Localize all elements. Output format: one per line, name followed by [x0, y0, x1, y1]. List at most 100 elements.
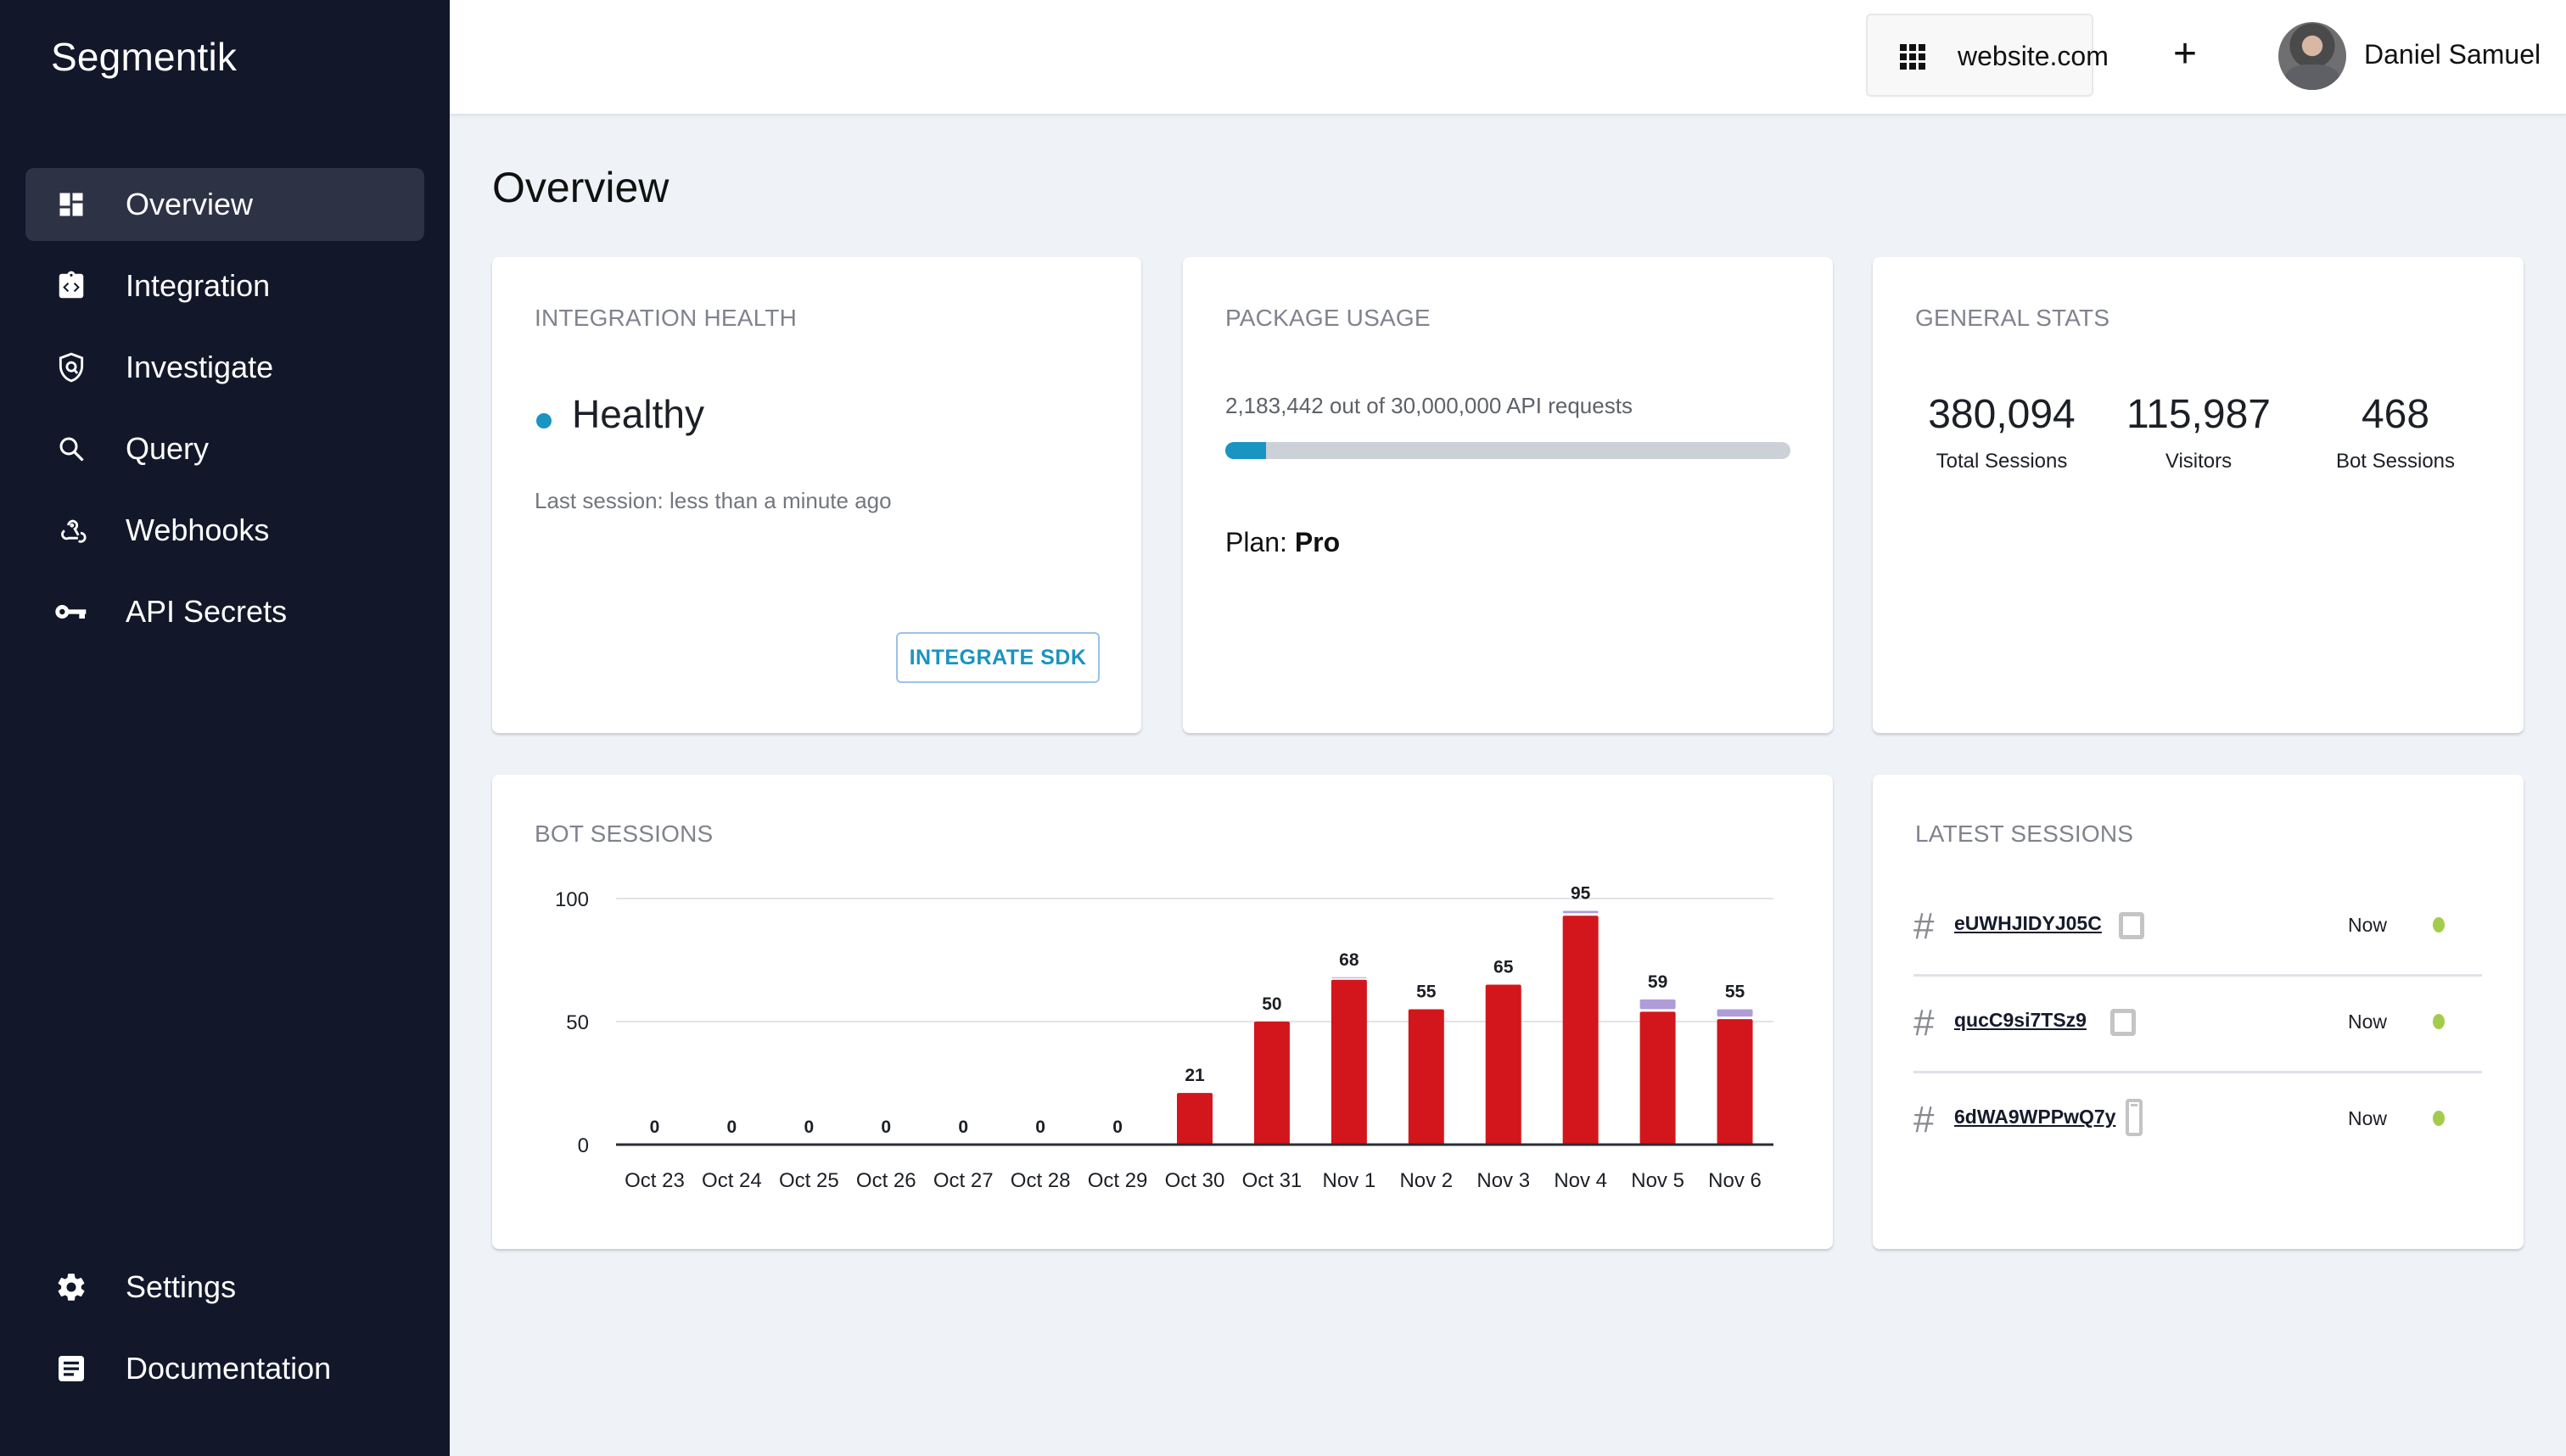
status-dot — [536, 413, 552, 428]
sidebar-item-query[interactable]: Query — [25, 412, 424, 485]
bar-segment-secondary — [1562, 910, 1599, 914]
session-row: # qucC9si7TSz9 Now — [1913, 977, 2482, 1073]
top-header: website.com + Daniel Samuel — [450, 0, 2566, 115]
bar-value-label: 95 — [1571, 884, 1591, 904]
app-logo[interactable]: Segmentik — [51, 34, 237, 80]
bar-segment-primary — [1331, 979, 1367, 1145]
gear-icon — [54, 1270, 88, 1304]
avatar[interactable] — [2278, 22, 2346, 90]
latest-sessions-card: LATEST SESSIONS # eUWHJIDYJ05C Now # quc… — [1873, 775, 2524, 1249]
document-icon — [54, 1352, 88, 1386]
usage-count: 2,183,442 — [1225, 393, 1324, 418]
bar-value-label: 0 — [727, 1117, 737, 1137]
card-title: PACKAGE USAGE — [1225, 305, 1431, 331]
x-tick-label: Oct 28 — [1011, 1169, 1071, 1192]
usage-text: 2,183,442 out of 30,000,000 API requests — [1225, 393, 1633, 419]
key-icon — [54, 595, 88, 629]
search-icon — [54, 432, 88, 466]
bar-segment-secondary — [1331, 977, 1367, 978]
bar-segment-primary — [1485, 984, 1521, 1145]
sidebar-item-api-secrets[interactable]: API Secrets — [25, 575, 424, 648]
x-tick-label: Oct 25 — [779, 1169, 839, 1192]
general-stats-card: GENERAL STATS 380,094 Total Sessions 115… — [1873, 257, 2524, 733]
sidebar-item-label: Integration — [126, 268, 271, 303]
bar-value-label: 59 — [1648, 972, 1667, 992]
sidebar-item-label: Webhooks — [126, 512, 270, 547]
status-dot — [2433, 1111, 2445, 1126]
sidebar-item-label: API Secrets — [126, 594, 288, 629]
site-switcher[interactable]: website.com + — [1866, 14, 2197, 97]
usage-progress-fill — [1225, 442, 1267, 459]
sidebar-item-label: Overview — [126, 187, 254, 221]
x-tick-label: Nov 5 — [1631, 1169, 1684, 1192]
bar-value-label: 68 — [1339, 950, 1359, 970]
webhook-icon — [54, 513, 88, 547]
usage-progress-bar — [1225, 442, 1790, 459]
session-time: Now — [2348, 1107, 2388, 1129]
bar-segment-primary — [1408, 1009, 1444, 1145]
shield-search-icon — [54, 350, 88, 384]
plan-info: Plan: Pro — [1225, 527, 1340, 558]
bar-value-label: 55 — [1416, 983, 1437, 1002]
bar-value-label: 0 — [881, 1117, 891, 1137]
x-tick-label: Oct 27 — [933, 1169, 994, 1192]
sidebar-item-webhooks[interactable]: Webhooks — [25, 494, 424, 567]
sidebar-item-label: Investigate — [126, 350, 274, 384]
apps-grid-icon — [1900, 44, 1925, 70]
bar-value-label: 0 — [804, 1117, 814, 1137]
sidebar: Segmentik Overview Integration Investiga… — [0, 0, 450, 1456]
bar-value-label: 0 — [1112, 1117, 1123, 1137]
mobile-icon — [2126, 1099, 2143, 1136]
bar-segment-primary — [1639, 1011, 1676, 1145]
bar-segment-secondary — [1639, 999, 1676, 1010]
session-time: Now — [2348, 1011, 2388, 1033]
bar-value-label: 21 — [1185, 1066, 1205, 1085]
bar-value-label: 65 — [1493, 958, 1514, 977]
stat-value: 380,094 — [1928, 392, 2076, 437]
stat-total-sessions: 380,094 Total Sessions — [1903, 391, 2100, 473]
session-row: # eUWHJIDYJ05C Now — [1913, 880, 2482, 977]
session-id-link[interactable]: 6dWA9WPPwQ7y — [1954, 1106, 2115, 1128]
plus-icon[interactable]: + — [2173, 34, 2197, 75]
sidebar-item-integration[interactable]: Integration — [25, 249, 424, 322]
sidebar-item-label: Settings — [126, 1269, 237, 1304]
sidebar-item-settings[interactable]: Settings — [25, 1251, 424, 1324]
plan-value: Pro — [1294, 527, 1341, 557]
integration-health-card: INTEGRATION HEALTH Healthy Last session:… — [492, 257, 1141, 733]
status-dot — [2433, 1014, 2445, 1029]
sidebar-item-documentation[interactable]: Documentation — [25, 1332, 424, 1405]
hash-icon: # — [1913, 1099, 1935, 1140]
stat-value: 115,987 — [2126, 392, 2271, 437]
bar-segment-primary — [1717, 1019, 1753, 1145]
card-title: BOT SESSIONS — [535, 820, 714, 847]
card-title: INTEGRATION HEALTH — [535, 305, 798, 331]
stat-label: Bot Sessions — [2335, 450, 2456, 473]
x-tick-label: Oct 26 — [856, 1169, 916, 1192]
page-title: Overview — [492, 164, 670, 211]
bar-value-label: 55 — [1725, 983, 1745, 1002]
bar-segment-primary — [1177, 1093, 1213, 1145]
sidebar-item-investigate[interactable]: Investigate — [25, 331, 424, 404]
user-name[interactable]: Daniel Samuel — [2364, 39, 2541, 70]
session-row: # 6dWA9WPPwQ7y Now — [1913, 1073, 2482, 1170]
sidebar-item-overview[interactable]: Overview — [25, 168, 424, 241]
session-id-link[interactable]: eUWHJIDYJ05C — [1954, 912, 2102, 935]
integrate-sdk-button[interactable]: INTEGRATE SDK — [896, 632, 1100, 683]
session-id-link[interactable]: qucC9si7TSz9 — [1954, 1009, 2087, 1032]
y-tick-label: 50 — [566, 1011, 589, 1034]
desktop-icon — [2110, 1009, 2136, 1036]
y-tick-label: 100 — [555, 888, 589, 911]
bar-value-label: 0 — [650, 1117, 660, 1137]
stat-value: 468 — [2361, 392, 2430, 437]
code-clipboard-icon — [54, 269, 88, 303]
usage-suffix: out of 30,000,000 API requests — [1323, 393, 1633, 418]
health-status: Healthy — [572, 392, 704, 436]
package-usage-card: PACKAGE USAGE 2,183,442 out of 30,000,00… — [1183, 257, 1833, 733]
x-tick-label: Nov 4 — [1554, 1169, 1607, 1192]
desktop-icon — [2119, 912, 2144, 939]
y-tick-label: 0 — [578, 1134, 589, 1157]
stat-bot-sessions: 468 Bot Sessions — [2297, 391, 2494, 473]
status-dot — [2433, 917, 2445, 932]
x-tick-label: Nov 6 — [1708, 1169, 1762, 1192]
bar-value-label: 50 — [1262, 994, 1281, 1014]
